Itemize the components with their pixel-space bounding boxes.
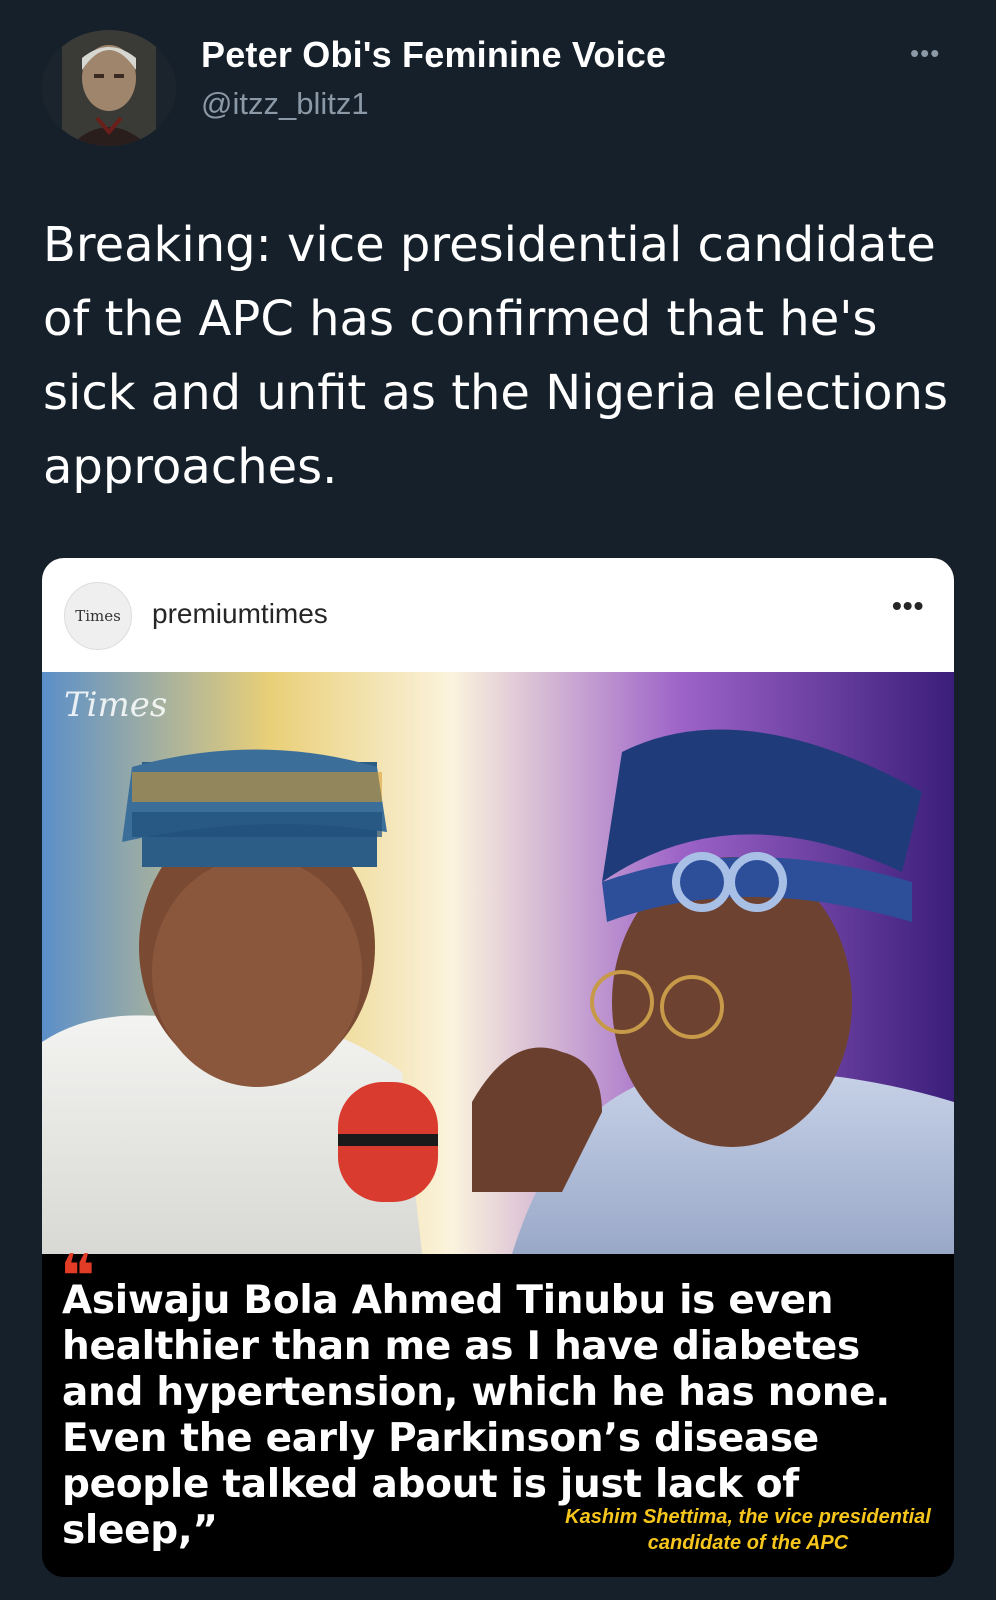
quote-caption: ❝ Asiwaju Bola Ahmed Tinubu is even heal… [42, 1242, 954, 1577]
user-handle[interactable]: @itzz_blitz1 [201, 86, 369, 122]
embedded-image-card[interactable]: Times premiumtimes ••• Times ❝ Asiwaju B… [42, 558, 954, 1577]
card-header: Times premiumtimes ••• [42, 558, 954, 672]
quote-attribution: Kashim Shettima, the vice presidential c… [565, 1506, 931, 1554]
card-more-icon[interactable]: ••• [892, 590, 924, 622]
tweet-text: Breaking: vice presidential candidate of… [43, 217, 948, 495]
news-photo: Times [42, 672, 954, 1254]
account-name[interactable]: premiumtimes [152, 598, 328, 630]
display-name[interactable]: Peter Obi's Feminine Voice [201, 34, 666, 76]
more-options-icon[interactable]: ••• [910, 38, 940, 69]
premiumtimes-logo-icon: Times [64, 582, 132, 650]
times-watermark: Times [64, 685, 167, 725]
avatar[interactable] [42, 30, 176, 146]
